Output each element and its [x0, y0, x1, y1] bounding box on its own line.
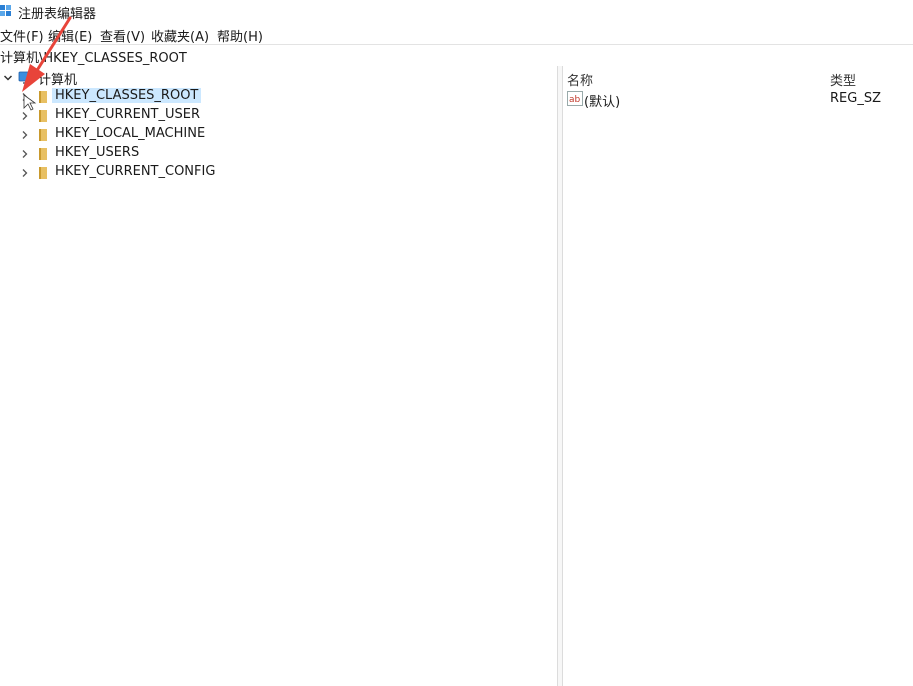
column-header-name[interactable]: 名称	[567, 70, 593, 89]
column-header-type[interactable]: 类型	[830, 70, 856, 89]
computer-icon	[18, 71, 33, 85]
title-bar: 注册表编辑器	[0, 0, 913, 22]
chevron-down-icon[interactable]	[3, 73, 13, 83]
tree-item-label[interactable]: HKEY_USERS	[52, 145, 142, 160]
tree-root-label: 计算机	[38, 73, 78, 88]
folder-icon	[36, 128, 50, 142]
address-bar[interactable]: 计算机\HKEY_CLASSES_ROOT	[0, 44, 913, 67]
folder-icon	[36, 166, 50, 180]
tree-root-row[interactable]: 计算机	[0, 68, 300, 88]
string-value-icon: ab	[567, 91, 583, 106]
registry-tree-pane[interactable]: 计算机 HKEY_CLASSES_ROOT HKEY_CURRENT_USER …	[0, 66, 557, 686]
menu-edit[interactable]: 编辑(E)	[48, 26, 92, 45]
chevron-right-icon[interactable]	[20, 168, 30, 178]
svg-text:ab: ab	[569, 95, 581, 105]
tree-item-hkcr[interactable]: HKEY_CLASSES_ROOT	[0, 87, 300, 106]
menu-file[interactable]: 文件(F)	[0, 26, 44, 45]
regedit-app-icon	[0, 4, 13, 18]
menu-help[interactable]: 帮助(H)	[217, 26, 263, 45]
tree-item-label[interactable]: HKEY_CURRENT_CONFIG	[52, 164, 218, 179]
address-path[interactable]: 计算机\HKEY_CLASSES_ROOT	[0, 47, 187, 66]
tree-item-label[interactable]: HKEY_LOCAL_MACHINE	[52, 126, 208, 141]
chevron-right-icon[interactable]	[20, 111, 30, 121]
value-type: REG_SZ	[830, 91, 881, 106]
chevron-right-icon[interactable]	[20, 92, 30, 102]
tree-item-label[interactable]: HKEY_CURRENT_USER	[52, 107, 203, 122]
value-name: (默认)	[584, 95, 621, 110]
tree-item-label[interactable]: HKEY_CLASSES_ROOT	[52, 88, 202, 103]
menu-bar: 文件(F) 编辑(E) 查看(V) 收藏夹(A) 帮助(H)	[0, 23, 913, 45]
tree-item-hkcu[interactable]: HKEY_CURRENT_USER	[0, 106, 300, 125]
folder-icon	[36, 109, 50, 123]
menu-view[interactable]: 查看(V)	[100, 26, 145, 45]
chevron-right-icon[interactable]	[20, 130, 30, 140]
window-title: 注册表编辑器	[18, 7, 97, 22]
menu-favorites[interactable]: 收藏夹(A)	[151, 26, 209, 45]
folder-icon	[36, 147, 50, 161]
tree-item-hklm[interactable]: HKEY_LOCAL_MACHINE	[0, 125, 300, 144]
folder-icon	[36, 90, 50, 104]
values-list-pane[interactable]: 名称 类型 ab (默认) REG_SZ	[563, 66, 913, 686]
tree-item-hku[interactable]: HKEY_USERS	[0, 144, 300, 163]
tree-item-hkcc[interactable]: HKEY_CURRENT_CONFIG	[0, 163, 300, 182]
chevron-right-icon[interactable]	[20, 149, 30, 159]
